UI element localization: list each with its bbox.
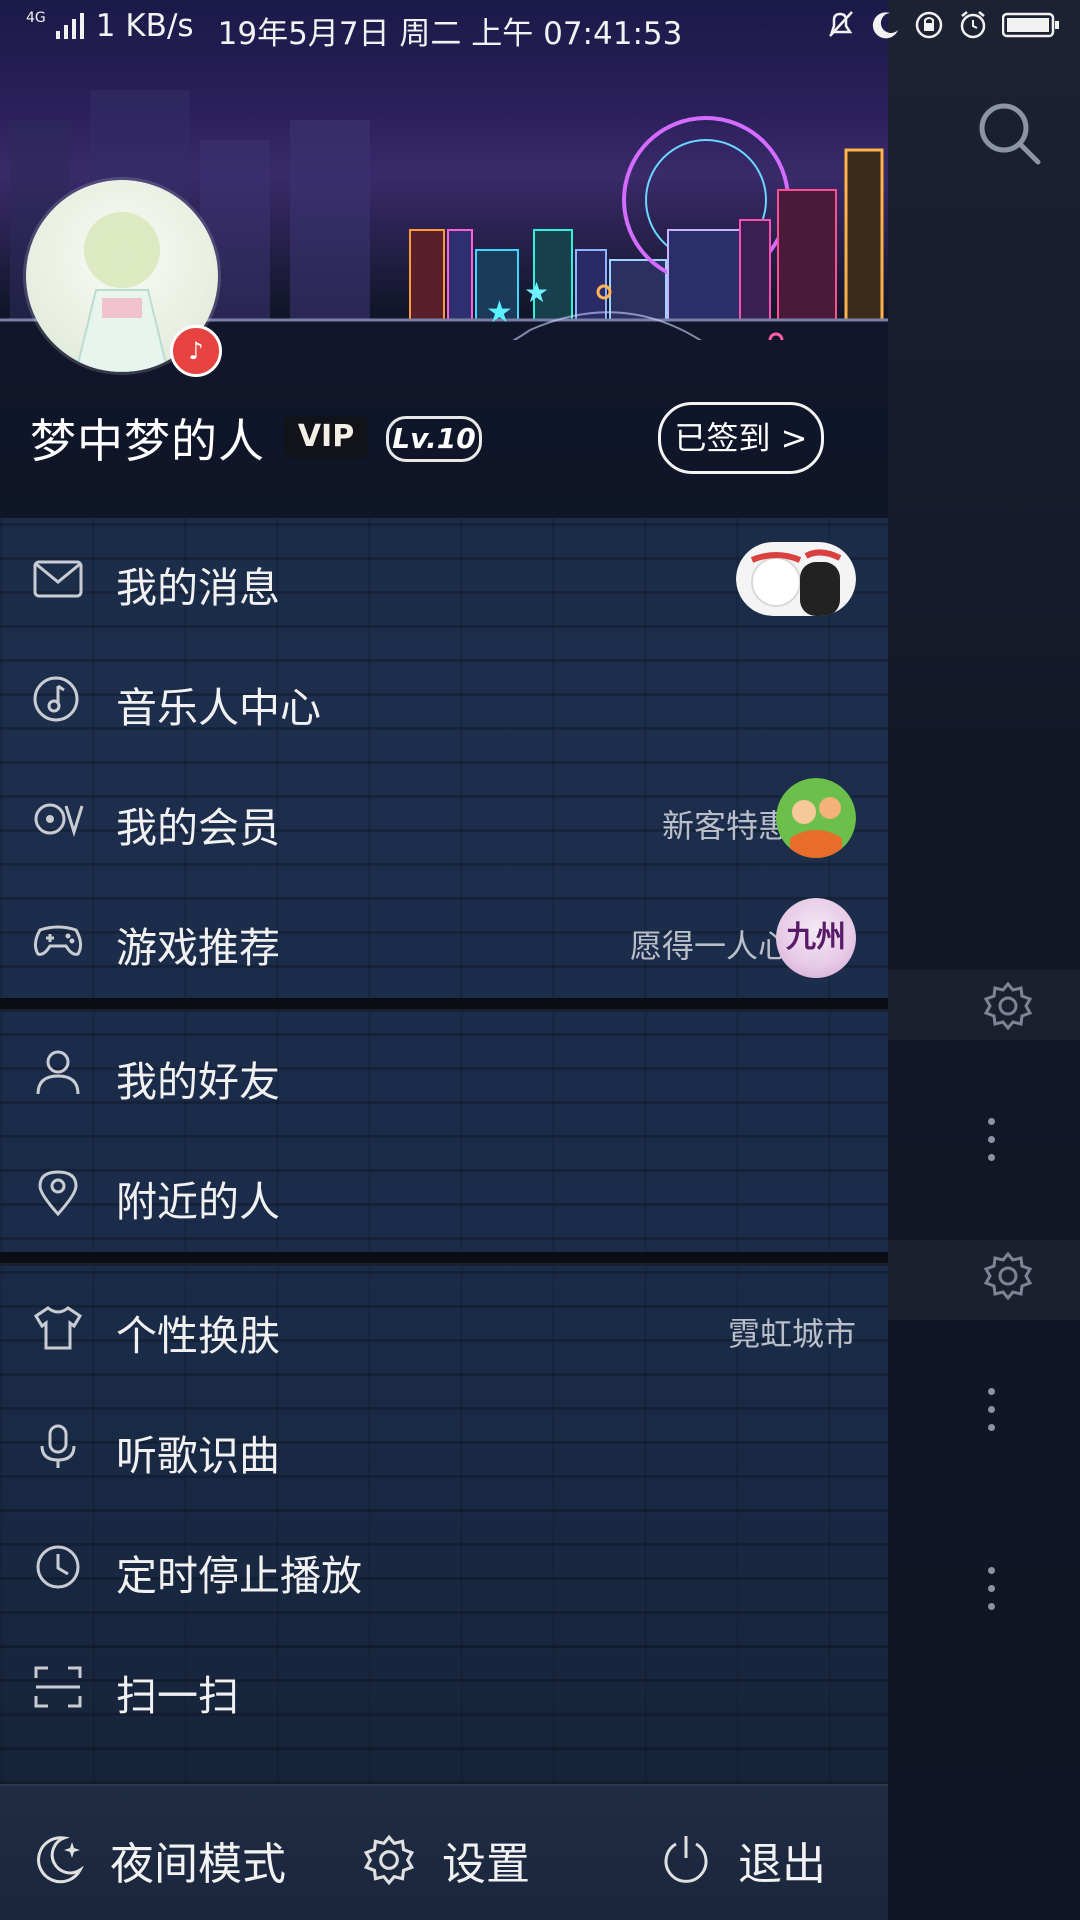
logout-label: 退出 <box>738 1839 826 1890</box>
level-badge[interactable]: Lv.10 <box>386 416 482 462</box>
status-bar: 4G 1 KB/s 19年5月7日 周二 上午 07:41:53 <box>0 0 1080 56</box>
settings-button[interactable]: 设置 <box>362 1828 530 1892</box>
mute-bell-icon <box>829 11 853 37</box>
gamepad-icon <box>33 925 83 956</box>
person-icon <box>36 1050 80 1095</box>
menu-item-sleep-timer[interactable]: 定时停止播放 <box>0 1506 888 1626</box>
side-drawer: ★ ★ ♪ 梦中梦的人 VIP Lv.10 已签到 > 我的消息 音乐人中心 我… <box>0 0 888 1920</box>
more-icon[interactable] <box>988 1567 996 1621</box>
game-promo-image-text: 九州 <box>786 920 846 955</box>
status-datetime: 19年5月7日 周二 上午 07:41:53 <box>217 16 683 52</box>
search-icon[interactable] <box>976 100 1042 166</box>
menu-item-label: 附近的人 <box>116 1178 280 1226</box>
menu-item-membership[interactable]: 我的会员 新客特惠 <box>0 758 888 878</box>
gear-icon <box>363 1834 415 1886</box>
power-icon <box>664 1836 708 1883</box>
svg-text:★: ★ <box>486 295 513 330</box>
vip-icon <box>34 803 84 838</box>
night-mode-button[interactable]: 夜间模式 <box>32 1828 286 1892</box>
menu-item-game-recommend[interactable]: 游戏推荐 愿得一人心 九州 <box>0 878 888 998</box>
section-divider <box>0 998 888 1012</box>
more-icon[interactable] <box>988 1388 996 1442</box>
section-divider <box>0 1252 888 1266</box>
menu-item-label: 定时停止播放 <box>116 1552 362 1600</box>
settings-label: 设置 <box>442 1839 530 1890</box>
music-note-icon <box>33 676 79 722</box>
menu-item-scan[interactable]: 扫一扫 <box>0 1626 888 1746</box>
gear-icon[interactable] <box>982 980 1034 1032</box>
status-right <box>826 10 1060 40</box>
menu-item-label: 听歌识曲 <box>116 1432 280 1480</box>
menu-item-friends[interactable]: 我的好友 <box>0 1012 888 1132</box>
membership-promo-image <box>776 778 856 858</box>
night-mode-label: 夜间模式 <box>110 1839 286 1890</box>
signin-button[interactable]: 已签到 > <box>658 402 824 474</box>
screen: ★ ★ ♪ 梦中梦的人 VIP Lv.10 已签到 > 我的消息 音乐人中心 我… <box>0 0 1080 1920</box>
microphone-icon <box>40 1424 76 1468</box>
menu-item-label: 扫一扫 <box>116 1672 239 1720</box>
menu-item-label: 个性换肤 <box>116 1312 280 1360</box>
game-promo-text: 愿得一人心 <box>629 927 790 965</box>
moon-icon <box>872 12 898 39</box>
game-promo-image: 九州 <box>776 898 856 978</box>
menu-item-theme[interactable]: 个性换肤 霓虹城市 <box>0 1266 888 1386</box>
menu-item-label: 我的好友 <box>116 1058 280 1106</box>
current-theme-text: 霓虹城市 <box>727 1315 856 1353</box>
mail-icon <box>33 560 83 598</box>
menu-item-messages[interactable]: 我的消息 <box>0 518 888 638</box>
drawer-bottom-bar: 夜间模式 设置 退出 <box>0 1784 888 1920</box>
vip-badge[interactable]: VIP <box>284 416 368 458</box>
clock-icon <box>36 1545 80 1589</box>
location-pin-icon <box>38 1170 78 1216</box>
menu-item-label: 游戏推荐 <box>116 924 280 972</box>
menu-item-label: 我的会员 <box>116 804 280 852</box>
profile-header: ★ ★ ♪ 梦中梦的人 VIP Lv.10 已签到 > <box>0 0 888 518</box>
battery-icon <box>1002 12 1059 38</box>
menu-item-label: 音乐人中心 <box>116 684 321 732</box>
menu-item-label: 我的消息 <box>116 564 280 612</box>
menu-item-musician-center[interactable]: 音乐人中心 <box>0 638 888 758</box>
username[interactable]: 梦中梦的人 <box>30 405 265 471</box>
rotation-lock-icon <box>915 11 943 39</box>
svg-text:★: ★ <box>524 276 549 309</box>
gear-icon[interactable] <box>982 1250 1034 1302</box>
moon-icon <box>37 1836 84 1884</box>
music-note-icon: ♪ <box>170 325 222 377</box>
logout-button[interactable]: 退出 <box>660 1828 826 1892</box>
membership-promo-text: 新客特惠 <box>661 807 790 845</box>
message-mascot-image <box>736 542 856 616</box>
alarm-icon <box>960 11 986 39</box>
scan-icon <box>34 1666 82 1708</box>
menu-item-nearby[interactable]: 附近的人 <box>0 1132 888 1252</box>
menu-item-song-recognition[interactable]: 听歌识曲 <box>0 1386 888 1506</box>
more-icon[interactable] <box>988 1118 996 1172</box>
tshirt-icon <box>33 1306 83 1350</box>
drawer-menu: 我的消息 音乐人中心 我的会员 新客特惠 游戏推荐 愿得一人心 九州 我的好友 … <box>0 518 888 1746</box>
